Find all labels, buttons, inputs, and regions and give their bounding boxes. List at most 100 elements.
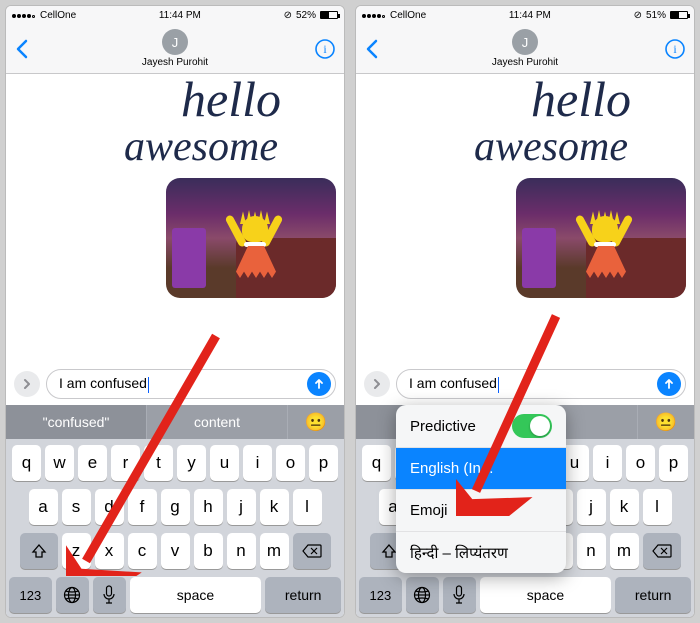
space-key[interactable]: space: [480, 577, 612, 613]
key-b[interactable]: b: [194, 533, 223, 569]
predictive-bar: "confused" content 😐: [6, 405, 344, 439]
conversation[interactable]: hello awesome: [356, 74, 694, 365]
send-button[interactable]: [307, 372, 331, 396]
info-button[interactable]: i: [664, 38, 686, 60]
suggestion-1[interactable]: "confused": [6, 405, 146, 439]
key-c[interactable]: c: [128, 533, 157, 569]
status-bar: CellOne 11:44 PM ⊘ 51%: [356, 6, 694, 24]
key-k[interactable]: k: [260, 489, 289, 525]
suggestion-2[interactable]: content: [147, 405, 287, 439]
key-k[interactable]: k: [610, 489, 639, 525]
battery-pct: 52%: [296, 10, 316, 21]
keyboard-language-popover: Predictive English (In... Emoji हिन्दी –…: [396, 405, 566, 573]
return-key[interactable]: return: [265, 577, 341, 613]
key-m[interactable]: m: [260, 533, 289, 569]
info-button[interactable]: i: [314, 38, 336, 60]
contact-name: Jayesh Purohit: [142, 57, 208, 68]
key-v[interactable]: v: [161, 533, 190, 569]
predictive-toggle-row[interactable]: Predictive: [396, 405, 566, 447]
predictive-label: Predictive: [410, 418, 476, 435]
return-key[interactable]: return: [615, 577, 691, 613]
suggestion-emoji[interactable]: 😐: [288, 405, 344, 439]
key-z[interactable]: z: [62, 533, 91, 569]
phone-right: CellOne 11:44 PM ⊘ 51% J Jayesh Purohit …: [355, 5, 695, 618]
backspace-key[interactable]: [643, 533, 681, 569]
key-w[interactable]: w: [45, 445, 74, 481]
key-x[interactable]: x: [95, 533, 124, 569]
svg-text:hello: hello: [531, 74, 631, 127]
contact-header[interactable]: J Jayesh Purohit: [356, 29, 694, 68]
signal-dots-icon: [12, 10, 36, 21]
key-row-1: qwertyuiop: [9, 445, 341, 481]
space-key[interactable]: space: [130, 577, 262, 613]
key-d[interactable]: d: [95, 489, 124, 525]
handwriting-message: hello awesome: [86, 74, 336, 174]
key-j[interactable]: j: [227, 489, 256, 525]
key-p[interactable]: p: [659, 445, 688, 481]
language-item-emoji[interactable]: Emoji: [396, 489, 566, 531]
svg-text:hello: hello: [181, 74, 281, 127]
key-l[interactable]: l: [293, 489, 322, 525]
message-input[interactable]: I am confused: [46, 369, 336, 399]
key-n[interactable]: n: [227, 533, 256, 569]
key-e[interactable]: e: [78, 445, 107, 481]
key-u[interactable]: u: [210, 445, 239, 481]
carrier-label: CellOne: [390, 10, 426, 21]
gif-message[interactable]: [166, 178, 336, 298]
key-h[interactable]: h: [194, 489, 223, 525]
key-y[interactable]: y: [177, 445, 206, 481]
key-m[interactable]: m: [610, 533, 639, 569]
back-button[interactable]: [14, 38, 30, 60]
language-item-hindi[interactable]: हिन्दी – लिप्यंतरण: [396, 531, 566, 573]
expand-apps-button[interactable]: [14, 371, 40, 397]
key-l[interactable]: l: [643, 489, 672, 525]
gif-message[interactable]: [516, 178, 686, 298]
send-button[interactable]: [657, 372, 681, 396]
clock-label: 11:44 PM: [509, 10, 551, 21]
svg-text:awesome: awesome: [474, 124, 628, 170]
key-r[interactable]: r: [111, 445, 140, 481]
signal-dots-icon: [362, 10, 386, 21]
keyboard: qwertyuiop asdfghjkl zxcvbnm 123 space r…: [6, 439, 344, 617]
key-n[interactable]: n: [577, 533, 606, 569]
key-q[interactable]: q: [362, 445, 391, 481]
suggestion-emoji[interactable]: 😐: [638, 405, 694, 439]
globe-key[interactable]: [406, 577, 439, 613]
key-g[interactable]: g: [161, 489, 190, 525]
key-p[interactable]: p: [309, 445, 338, 481]
numbers-key[interactable]: 123: [9, 577, 52, 613]
nav-header: J Jayesh Purohit i: [6, 24, 344, 74]
message-input-bar: I am confused: [6, 365, 344, 405]
shift-key[interactable]: [20, 533, 58, 569]
svg-text:i: i: [673, 42, 677, 56]
language-item-english[interactable]: English (In...: [396, 447, 566, 489]
clock-label: 11:44 PM: [159, 10, 201, 21]
key-q[interactable]: q: [12, 445, 41, 481]
message-text: I am confused: [409, 375, 497, 391]
key-o[interactable]: o: [276, 445, 305, 481]
expand-apps-button[interactable]: [364, 371, 390, 397]
avatar: J: [162, 29, 188, 55]
rotation-lock-icon: ⊘: [284, 10, 292, 21]
key-j[interactable]: j: [577, 489, 606, 525]
dictation-key[interactable]: [443, 577, 476, 613]
carrier-label: CellOne: [40, 10, 76, 21]
key-f[interactable]: f: [128, 489, 157, 525]
numbers-key[interactable]: 123: [359, 577, 402, 613]
globe-key[interactable]: [56, 577, 89, 613]
message-input-bar: I am confused: [356, 365, 694, 405]
backspace-key[interactable]: [293, 533, 331, 569]
message-input[interactable]: I am confused: [396, 369, 686, 399]
key-o[interactable]: o: [626, 445, 655, 481]
conversation[interactable]: hello awesome: [6, 74, 344, 365]
phone-left: CellOne 11:44 PM ⊘ 52% J Jayesh Purohit …: [5, 5, 345, 618]
contact-header[interactable]: J Jayesh Purohit: [6, 29, 344, 68]
key-t[interactable]: t: [144, 445, 173, 481]
back-button[interactable]: [364, 38, 380, 60]
dictation-key[interactable]: [93, 577, 126, 613]
predictive-toggle[interactable]: [512, 414, 552, 438]
key-a[interactable]: a: [29, 489, 58, 525]
key-i[interactable]: i: [593, 445, 622, 481]
key-s[interactable]: s: [62, 489, 91, 525]
key-i[interactable]: i: [243, 445, 272, 481]
